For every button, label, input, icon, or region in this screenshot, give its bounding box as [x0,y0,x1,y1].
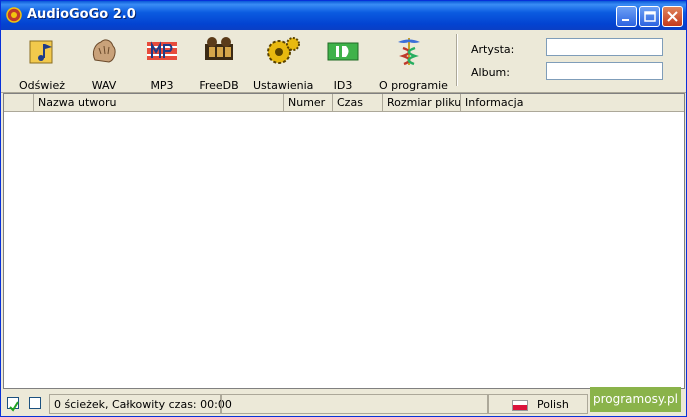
about-button[interactable]: O programie [379,34,448,92]
freedb-label: FreeDB [199,79,239,92]
toolbar-separator [456,34,458,86]
caduceus-icon [398,38,420,66]
status-text: 0 ścieżek, Całkowity czas: 00:00 [49,394,232,414]
column-file-size[interactable]: Rozmiar pliku [383,94,461,111]
toolbar: Odśwież WAV MP3 FreeDB Ustawienia ID3 O … [1,30,686,93]
minimize-icon [622,19,629,21]
film-reel-icon [205,37,233,60]
track-list-header: Nazwa utworu Numer Czas Rozmiar pliku In… [4,94,684,112]
status-bar: 0 ścieżek, Całkowity czas: 00:00 Polish [1,392,686,416]
minimize-button[interactable] [616,6,637,27]
refresh-button[interactable]: Odśwież [15,34,69,92]
artist-label: Artysta: [471,43,515,56]
settings-label: Ustawienia [253,79,314,92]
album-label: Album: [471,66,510,79]
artist-input[interactable] [546,38,663,56]
gears-icon [267,37,300,64]
main-window: AudioGoGo 2.0 Odśwież WAV MP3 FreeDB Ust… [0,0,687,417]
window-title: AudioGoGo 2.0 [27,7,136,22]
watermark: programosy.pl [590,387,681,412]
id3-button[interactable]: ID3 [319,34,367,92]
mp3-icon [147,41,177,60]
column-checkbox[interactable] [4,94,34,111]
mp3-button[interactable]: MP3 [141,34,183,92]
column-time[interactable]: Czas [333,94,383,111]
id3-label: ID3 [333,79,353,92]
checkmark-icon [9,401,19,412]
refresh-label: Odśwież [19,79,65,92]
close-button[interactable] [662,6,683,27]
app-icon[interactable] [6,7,22,23]
language-label: Polish [537,398,569,411]
language-button[interactable]: Polish [488,394,588,414]
about-label: O programie [379,79,448,92]
uncheck-all-checkbox[interactable] [29,397,41,409]
settings-button[interactable]: Ustawienia [253,34,314,92]
check-all-checkbox[interactable] [7,397,19,412]
close-icon [667,11,678,22]
wav-hand-icon [92,39,116,63]
column-info[interactable]: Informacja [461,94,684,111]
polish-flag-icon [512,400,528,411]
maximize-button[interactable] [639,6,660,27]
mp3-label: MP3 [150,79,174,92]
status-empty-panel [221,394,488,414]
wav-label: WAV [91,79,117,92]
column-track-name[interactable]: Nazwa utworu [34,94,284,111]
freedb-button[interactable]: FreeDB [197,34,241,92]
title-bar[interactable]: AudioGoGo 2.0 [1,1,686,30]
column-number[interactable]: Numer [284,94,333,111]
album-input[interactable] [546,62,663,80]
track-list[interactable]: Nazwa utworu Numer Czas Rozmiar pliku In… [3,93,685,389]
id3-icon [327,42,359,61]
maximize-icon [644,11,656,22]
refresh-music-icon [29,40,53,64]
wav-button[interactable]: WAV [82,34,126,92]
